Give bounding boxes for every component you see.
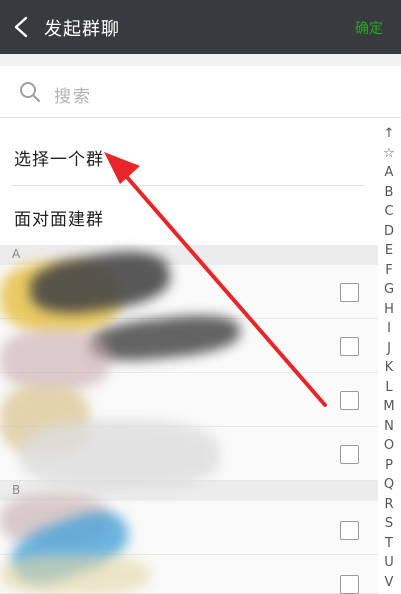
index-letter[interactable]: U	[379, 553, 399, 573]
search-icon	[20, 82, 41, 103]
index-letter[interactable]: N	[379, 417, 399, 437]
index-letter[interactable]: G	[379, 280, 399, 300]
contact-checkbox[interactable]	[340, 337, 359, 356]
index-letter[interactable]: V	[379, 573, 399, 593]
index-letter[interactable]: J	[379, 339, 399, 359]
index-letter[interactable]: F	[379, 261, 399, 281]
page-title: 发起群聊	[44, 19, 120, 40]
index-letter[interactable]: P	[379, 456, 399, 476]
index-letter[interactable]: L	[379, 378, 399, 398]
back-button[interactable]	[8, 12, 36, 42]
header-gap	[0, 54, 401, 66]
index-letter[interactable]: B	[379, 183, 399, 203]
search-input[interactable]: 搜索	[54, 82, 92, 107]
face-to-face-label: 面对面建群	[14, 210, 104, 230]
index-letter[interactable]: ↑	[379, 124, 399, 144]
contact-checkbox[interactable]	[340, 575, 359, 594]
title-bar: 发起群聊 确定	[0, 0, 401, 54]
index-letter[interactable]: A	[379, 163, 399, 183]
confirm-button[interactable]: 确定	[355, 18, 383, 38]
select-group-option[interactable]: 选择一个群	[0, 126, 378, 186]
contact-checkbox[interactable]	[340, 521, 359, 540]
index-letter[interactable]: I	[379, 319, 399, 339]
index-letter[interactable]: K	[379, 358, 399, 378]
section-letter: A	[12, 247, 21, 261]
index-letter[interactable]: Q	[379, 475, 399, 495]
alphabet-index-bar[interactable]: ↑ ☆ A B C D E F G H I J K L M N O P Q R S T U V	[379, 124, 399, 592]
index-letter[interactable]: E	[379, 241, 399, 261]
index-letter[interactable]: C	[379, 202, 399, 222]
index-letter[interactable]: O	[379, 436, 399, 456]
search-bar[interactable]: 搜索	[0, 66, 401, 118]
index-letter[interactable]: S	[379, 514, 399, 534]
contact-checkbox[interactable]	[340, 391, 359, 410]
index-letter[interactable]: H	[379, 300, 399, 320]
select-group-label: 选择一个群	[14, 150, 104, 170]
index-letter[interactable]: M	[379, 397, 399, 417]
index-letter[interactable]: D	[379, 222, 399, 242]
section-letter: B	[12, 483, 21, 497]
index-letter[interactable]: T	[379, 534, 399, 554]
contact-checkbox[interactable]	[340, 283, 359, 302]
contact-checkbox[interactable]	[340, 445, 359, 464]
chevron-left-icon	[14, 16, 28, 38]
face-to-face-group-option[interactable]: 面对面建群	[0, 186, 378, 246]
index-letter[interactable]: ☆	[379, 144, 399, 164]
index-letter[interactable]: R	[379, 495, 399, 515]
